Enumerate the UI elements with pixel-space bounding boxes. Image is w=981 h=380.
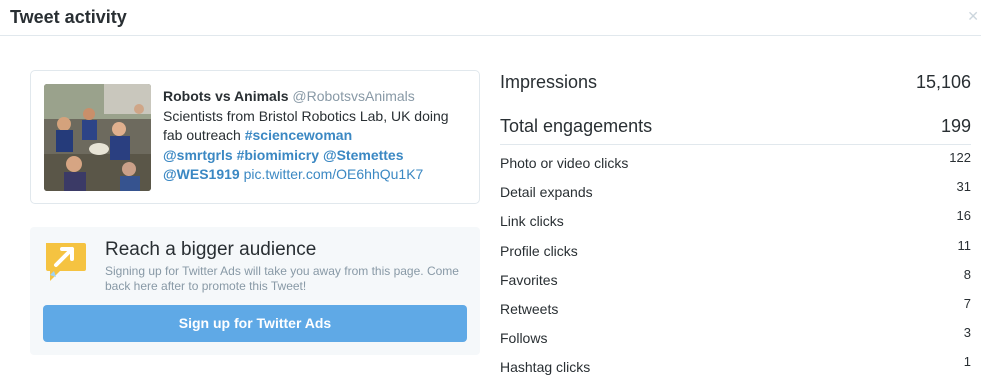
modal-header: Tweet activity ✕	[0, 0, 981, 36]
metric-row-hashtag-clicks: Hashtag clicks 1	[500, 349, 971, 378]
media-link[interactable]: pic.twitter.com/OE6hhQu1K7	[244, 166, 424, 182]
impressions-metric: Impressions 15,106	[500, 60, 971, 104]
metric-label: Link clicks	[500, 213, 564, 230]
engagements-value: 199	[940, 116, 971, 136]
metric-value: 8	[963, 266, 971, 282]
engagements-label: Total engagements	[500, 116, 653, 136]
metric-label: Profile clicks	[500, 242, 578, 259]
tweet-author-handle[interactable]: @RobotsvsAnimals	[292, 88, 414, 104]
tweet-photo[interactable]	[44, 84, 151, 191]
tweet-text: Robots vs Animals @RobotsvsAnimals Scien…	[163, 87, 468, 185]
impressions-label: Impressions	[500, 72, 598, 92]
engagements-metric: Total engagements 199	[500, 104, 971, 145]
tweet-author-name[interactable]: Robots vs Animals	[163, 88, 289, 104]
reach-icon	[42, 239, 88, 285]
sign-up-ads-button[interactable]: Sign up for Twitter Ads	[43, 305, 467, 342]
metric-row-link-clicks: Link clicks 16	[500, 203, 971, 232]
metric-value: 31	[956, 179, 971, 195]
metric-value: 1	[963, 354, 971, 370]
metric-value: 122	[949, 150, 971, 165]
metrics-panel: Impressions 15,106 Total engagements 199…	[500, 60, 971, 379]
metric-label: Favorites	[500, 271, 558, 288]
metric-row-profile-clicks: Profile clicks 11	[500, 233, 971, 262]
promo-subtitle: Signing up for Twitter Ads will take you…	[105, 264, 459, 293]
metric-value: 11	[957, 237, 972, 253]
metric-row-detail-expands: Detail expands 31	[500, 174, 971, 203]
tweet-card[interactable]: Robots vs Animals @RobotsvsAnimals Scien…	[30, 70, 480, 204]
impressions-value: 15,106	[915, 72, 971, 92]
hashtag-link[interactable]: #sciencewoman	[245, 127, 352, 143]
metric-row-photo-clicks: Photo or video clicks 122	[500, 145, 971, 174]
hashtag-link[interactable]: #biomimicry	[237, 147, 319, 163]
metric-row-retweets: Retweets 7	[500, 291, 971, 320]
close-icon[interactable]: ✕	[967, 8, 979, 25]
mention-link[interactable]: @Stemettes	[323, 147, 404, 163]
metric-row-follows: Follows 3	[500, 320, 971, 349]
page-title: Tweet activity	[10, 7, 127, 27]
mention-link[interactable]: @WES1919	[163, 166, 240, 182]
metric-value: 16	[956, 208, 971, 224]
metric-label: Retweets	[500, 300, 559, 317]
metric-label: Follows	[500, 330, 548, 347]
mention-link[interactable]: @smrtgrls	[163, 147, 233, 163]
metric-label: Hashtag clicks	[500, 359, 591, 376]
metric-value: 7	[963, 295, 971, 311]
metric-label: Detail expands	[500, 184, 593, 201]
metric-value: 3	[963, 325, 971, 341]
metric-label: Photo or video clicks	[500, 155, 629, 171]
promo-title: Reach a bigger audience	[105, 239, 317, 260]
metric-row-favorites: Favorites 8	[500, 262, 971, 291]
ads-promo-panel: Reach a bigger audience Signing up for T…	[30, 227, 480, 355]
